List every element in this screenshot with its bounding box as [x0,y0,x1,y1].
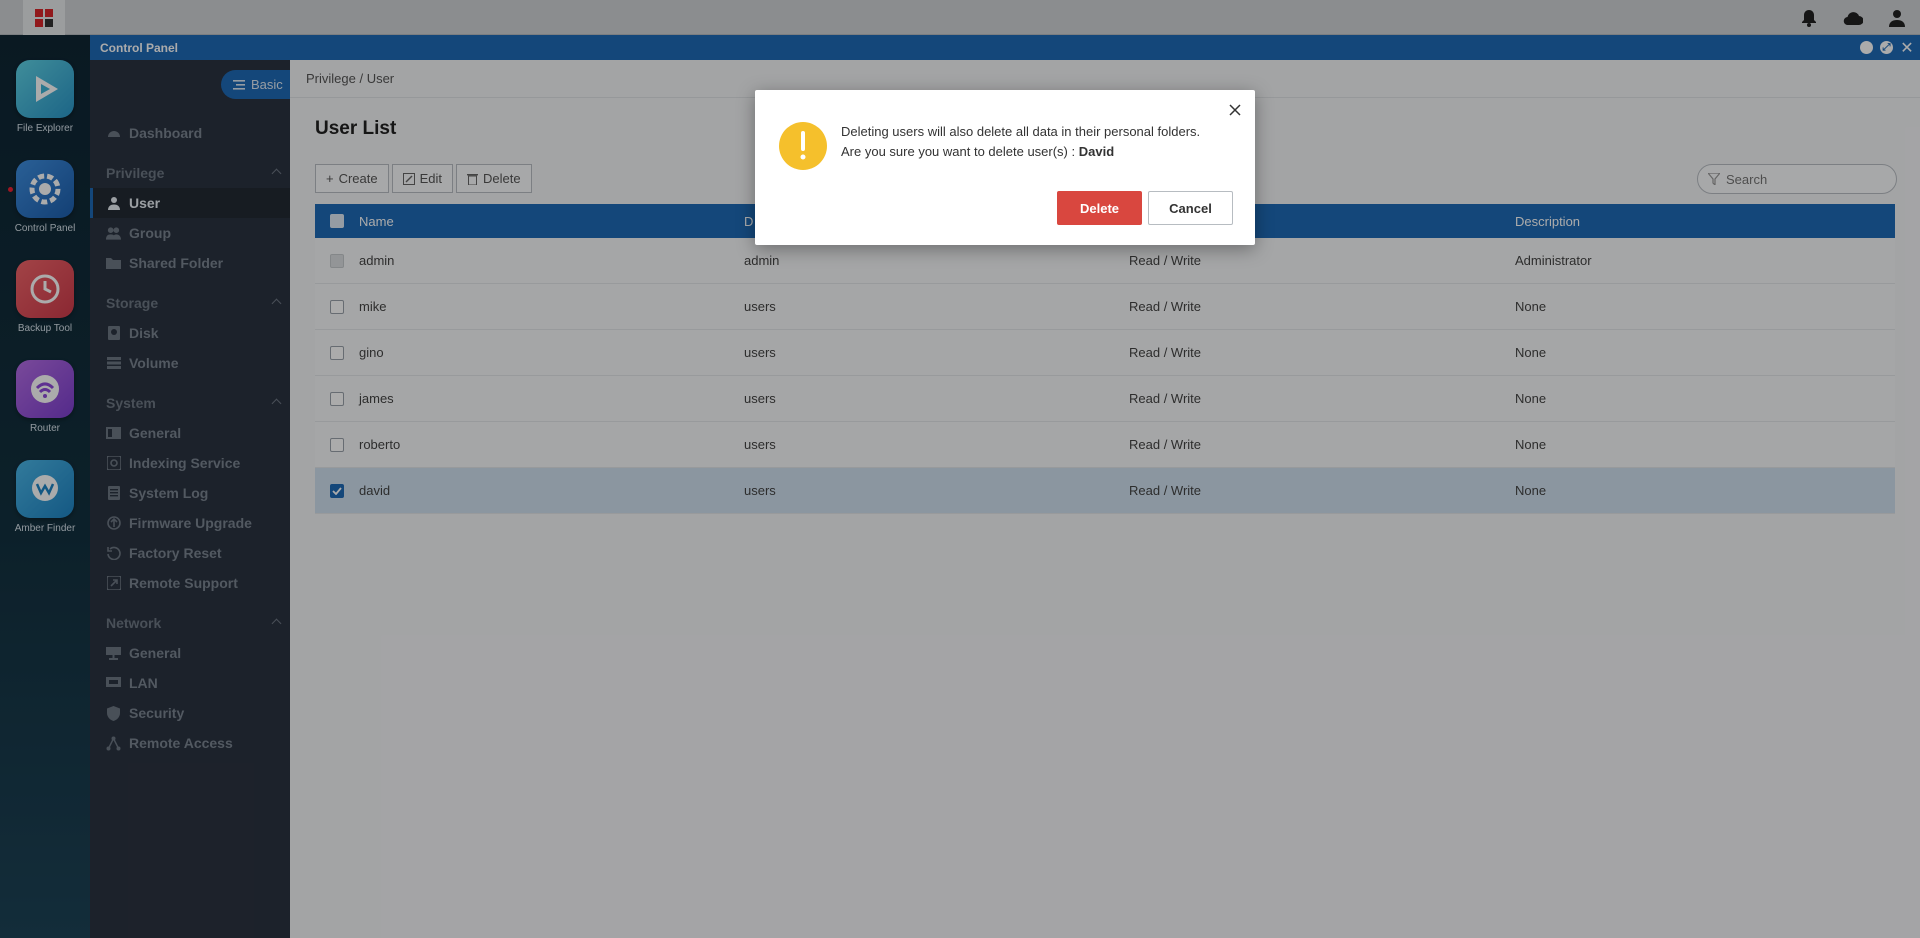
dialog-message-text: Deleting users will also delete all data… [841,124,1201,159]
confirm-delete-button[interactable]: Delete [1057,191,1142,225]
delete-confirm-dialog: Deleting users will also delete all data… [755,90,1255,245]
close-icon[interactable] [1227,102,1243,118]
cancel-button[interactable]: Cancel [1148,191,1233,225]
warning-icon [779,122,827,170]
dialog-target-user: David [1078,144,1115,159]
dialog-message: Deleting users will also delete all data… [841,122,1211,162]
